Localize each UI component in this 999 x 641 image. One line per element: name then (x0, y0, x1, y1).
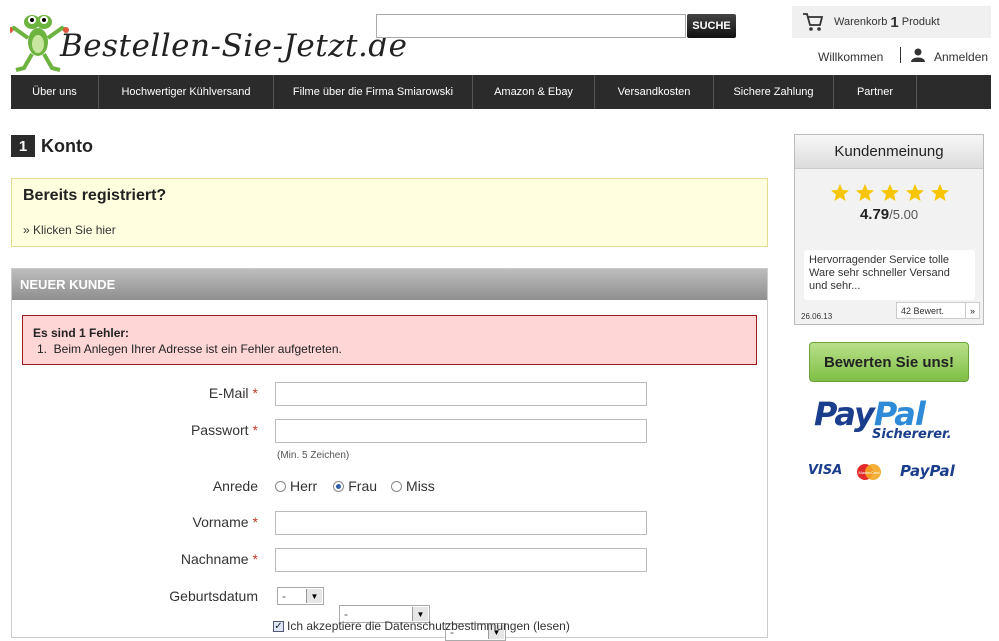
firstname-label-text: Vorname (192, 514, 249, 530)
radio-miss-label: Miss (406, 478, 435, 494)
required-mark: * (252, 422, 258, 438)
radio-herr[interactable] (275, 480, 286, 492)
cart-widget[interactable]: Warenkorb 1 Produkt (792, 6, 991, 38)
mastercard-icon: MasterCard (857, 464, 881, 480)
required-mark: * (252, 514, 258, 530)
radio-herr-label: Herr (290, 478, 318, 494)
birthdate-label: Geburtsdatum (148, 588, 258, 604)
cart-count: 1 (890, 13, 899, 31)
radio-miss[interactable] (391, 480, 403, 492)
page-title: Konto (41, 136, 93, 156)
rating-score: 4.79/5.00 (795, 206, 983, 223)
password-label-text: Passwort (190, 422, 249, 438)
star-icon (881, 184, 899, 201)
lastname-label-text: Nachname (180, 551, 249, 567)
star-icon (931, 184, 949, 201)
search-input[interactable] (376, 14, 686, 38)
main-nav: Über uns Hochwertiger Kühlversand Filme üb… (11, 75, 991, 109)
new-customer-heading: NEUER KUNDE (12, 269, 767, 300)
review-date: 26.06.13 (801, 312, 833, 321)
score-max: /5.00 (889, 207, 919, 222)
welcome-text: Willkommen (818, 50, 884, 64)
privacy-text[interactable]: Ich akzeptiere die Datenschutzbestimmung… (287, 619, 570, 633)
email-field[interactable] (275, 382, 647, 406)
rating-stars (830, 183, 950, 203)
review-count[interactable]: 42 Bewert. (896, 302, 966, 319)
site-logo[interactable]: Bestellen-Sie-Jetzt.de (10, 8, 407, 74)
cart-icon (803, 13, 824, 31)
nav-item-0[interactable]: Über uns (11, 75, 99, 109)
search-button[interactable]: SUCHE (687, 14, 736, 38)
salutation-label-text: Anrede (212, 478, 258, 494)
nav-item-6[interactable]: Partner (834, 75, 917, 109)
cart-label: Warenkorb (834, 16, 888, 28)
nav-item-1[interactable]: Hochwertiger Kühlversand (99, 75, 274, 109)
firstname-label: Vorname * (148, 514, 259, 530)
lastname-field[interactable] (275, 548, 647, 572)
error-message: Es sind 1 Fehler: 1. Beim Anlegen Ihrer … (22, 315, 757, 365)
birth-day-select[interactable]: - ▼ (277, 587, 324, 605)
review-heading: Kundenmeinung (795, 135, 983, 169)
review-widget[interactable]: Kundenmeinung 4.79/5.00 Hervorragender S… (794, 134, 984, 325)
rate-us-button[interactable]: Bewerten Sie uns! (809, 342, 969, 382)
required-mark: * (252, 385, 258, 401)
header-divider (900, 47, 901, 63)
nav-item-5[interactable]: Sichere Zahlung (714, 75, 834, 109)
star-icon (831, 184, 849, 201)
salutation-label: Anrede (148, 478, 258, 494)
error-title: Es sind 1 Fehler: (33, 326, 130, 340)
radio-frau[interactable] (333, 480, 345, 492)
firstname-field[interactable] (275, 511, 647, 535)
birthdate-label-text: Geburtsdatum (169, 588, 258, 604)
user-icon (911, 48, 925, 62)
password-label: Passwort * (148, 422, 258, 438)
nav-item-4[interactable]: Versandkosten (595, 75, 714, 109)
paypal-logo-part1: Pay (814, 395, 875, 433)
birth-day-value: - (282, 589, 286, 603)
privacy-checkbox[interactable]: ✓ (273, 620, 284, 632)
review-quote: Hervorragender Service tolle Ware sehr s… (804, 250, 975, 300)
privacy-row: ✓ Ich akzeptiere die Datenschutzbestimmu… (273, 619, 570, 633)
email-label-text: E-Mail (208, 385, 249, 401)
paypal-small-logo: PayPal (900, 462, 955, 480)
paypal-tagline: Sichererer. (872, 427, 952, 442)
visa-logo: VISA (808, 463, 843, 478)
step-number: 1 (11, 135, 35, 157)
radio-frau-label: Frau (348, 478, 378, 494)
chevron-down-icon: ▼ (306, 589, 322, 603)
nav-item-2[interactable]: Filme über die Firma Smiarowski (274, 75, 473, 109)
mastercard-label: MasterCard (859, 470, 880, 475)
password-field[interactable] (275, 419, 647, 443)
cart-unit: Produkt (901, 16, 940, 28)
star-icon (856, 184, 874, 201)
star-icon (906, 184, 924, 201)
required-mark: * (252, 551, 258, 567)
password-hint: (Min. 5 Zeichen) (277, 450, 350, 461)
login-here-link[interactable]: » Klicken Sie hier (23, 223, 116, 237)
error-item: 1. Beim Anlegen Ihrer Adresse ist ein Fe… (37, 342, 342, 356)
logo-text: Bestellen-Sie-Jetzt.de (60, 28, 408, 64)
login-link[interactable]: Anmelden (934, 50, 988, 64)
score-value: 4.79 (859, 206, 890, 223)
email-label: E-Mail * (148, 385, 258, 401)
nav-item-3[interactable]: Amazon & Ebay (473, 75, 595, 109)
salutation-group: Herr Frau Miss (275, 478, 435, 494)
registered-box: Bereits registriert? » Klicken Sie hier (11, 178, 768, 247)
review-more-button[interactable]: » (966, 302, 980, 319)
lastname-label: Nachname * (148, 551, 258, 567)
registered-title: Bereits registriert? (23, 187, 167, 204)
